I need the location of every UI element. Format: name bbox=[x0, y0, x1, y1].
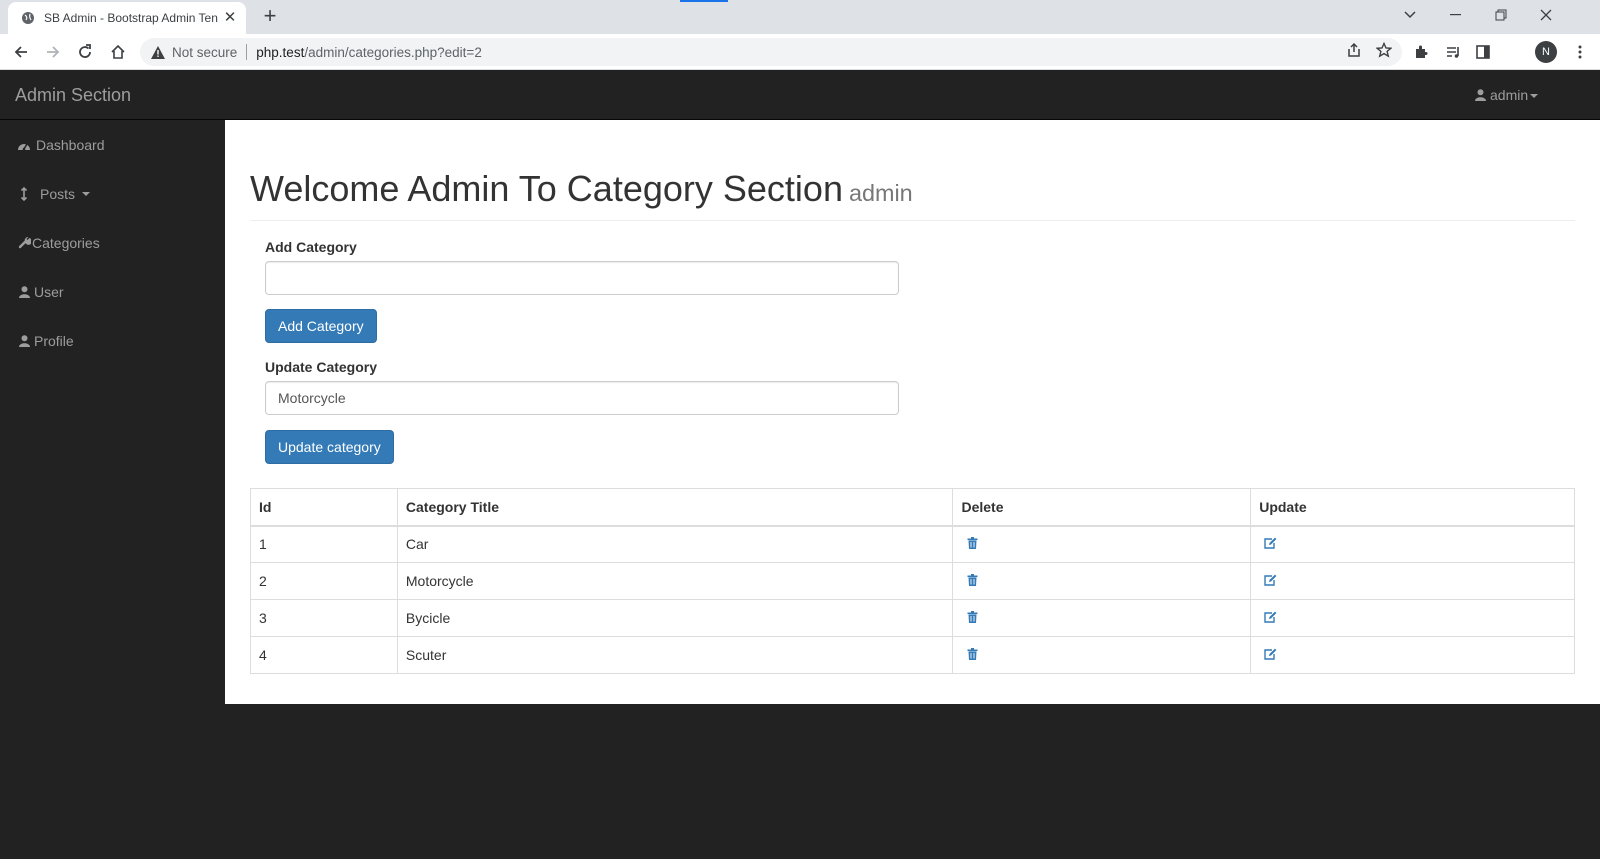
update-category-label: Update Category bbox=[265, 359, 378, 375]
warning-icon[interactable] bbox=[150, 44, 166, 60]
table-row: 4 Scuter bbox=[250, 636, 1575, 674]
user-icon bbox=[17, 334, 31, 348]
wrench-icon bbox=[17, 236, 31, 250]
loading-indicator bbox=[680, 0, 728, 2]
cell-update bbox=[1250, 525, 1575, 563]
cell-id: 4 bbox=[250, 636, 398, 674]
media-control-icon[interactable] bbox=[1441, 40, 1465, 64]
browser-menu-icon[interactable] bbox=[1568, 40, 1592, 64]
cell-id: 1 bbox=[250, 525, 398, 563]
url-host: php.test bbox=[256, 44, 305, 60]
tab-title: SB Admin - Bootstrap Admin Ten bbox=[44, 11, 218, 25]
cell-id: 2 bbox=[250, 562, 398, 600]
sidebar-item-posts[interactable]: Posts bbox=[0, 169, 225, 218]
cell-title: Motorcycle bbox=[396, 562, 954, 600]
edit-icon[interactable] bbox=[1263, 573, 1277, 587]
cell-update bbox=[1250, 562, 1575, 600]
sidebar-item-user[interactable]: User bbox=[0, 267, 225, 316]
sidebar-item-label: Profile bbox=[34, 332, 74, 349]
user-icon bbox=[1475, 89, 1486, 101]
navbar-brand[interactable]: Admin Section bbox=[15, 85, 131, 106]
sidebar-item-label: Dashboard bbox=[36, 136, 105, 153]
user-icon bbox=[17, 285, 31, 299]
page-title: Welcome Admin To Category Section admin bbox=[250, 168, 913, 210]
cell-title: Car bbox=[396, 525, 954, 563]
cell-delete bbox=[952, 636, 1252, 674]
url-path: /admin/categories.php?edit=2 bbox=[304, 44, 482, 60]
categories-table: Id Category Title Delete Update 1 Car 2 … bbox=[250, 488, 1575, 674]
add-category-label: Add Category bbox=[265, 239, 357, 255]
bookmark-star-icon[interactable] bbox=[1375, 41, 1393, 63]
column-header-title: Category Title bbox=[396, 488, 954, 527]
add-category-input[interactable] bbox=[265, 261, 899, 295]
sidebar-item-label: User bbox=[34, 283, 64, 300]
trash-icon[interactable] bbox=[965, 536, 979, 550]
minimize-icon[interactable] bbox=[1434, 0, 1478, 30]
column-header-update: Update bbox=[1250, 488, 1575, 527]
table-row: 3 Bycicle bbox=[250, 599, 1575, 637]
page-title-text: Welcome Admin To Category Section bbox=[250, 168, 843, 209]
globe-icon bbox=[20, 10, 36, 26]
page-subtitle: admin bbox=[848, 180, 913, 206]
dashboard-icon bbox=[17, 138, 31, 152]
browser-tab[interactable]: SB Admin - Bootstrap Admin Ten ✕ bbox=[8, 2, 246, 34]
home-icon[interactable] bbox=[106, 40, 130, 64]
table-row: 1 Car bbox=[250, 525, 1575, 563]
browser-tabstrip: SB Admin - Bootstrap Admin Ten ✕ + bbox=[0, 0, 1600, 34]
cell-delete bbox=[952, 562, 1252, 600]
sidebar-item-label: Posts bbox=[40, 185, 76, 202]
trash-icon[interactable] bbox=[965, 610, 979, 624]
user-dropdown[interactable]: admin bbox=[1475, 87, 1539, 103]
address-bar[interactable]: Not secure php.test/admin/categories.php… bbox=[140, 38, 1402, 66]
reload-icon[interactable] bbox=[73, 40, 97, 64]
column-header-id: Id bbox=[250, 488, 398, 527]
cell-update bbox=[1250, 599, 1575, 637]
user-name: admin bbox=[1490, 87, 1529, 103]
share-icon[interactable] bbox=[1346, 42, 1362, 63]
table-row: 2 Motorcycle bbox=[250, 562, 1575, 600]
trash-icon[interactable] bbox=[965, 573, 979, 587]
window-close-icon[interactable] bbox=[1524, 0, 1568, 30]
edit-icon[interactable] bbox=[1263, 536, 1277, 550]
cell-delete bbox=[952, 599, 1252, 637]
sidebar-item-label: Categories bbox=[32, 234, 100, 251]
back-icon[interactable] bbox=[9, 40, 33, 64]
header-divider bbox=[250, 220, 1575, 221]
edit-icon[interactable] bbox=[1263, 647, 1277, 661]
add-category-button[interactable]: Add Category bbox=[265, 309, 377, 343]
security-label: Not secure bbox=[172, 44, 238, 60]
cell-title: Scuter bbox=[396, 636, 954, 674]
side-panel-icon[interactable] bbox=[1471, 40, 1495, 64]
chevron-down-icon bbox=[82, 191, 91, 196]
arrows-vertical-icon bbox=[17, 186, 31, 201]
forward-icon[interactable] bbox=[41, 40, 65, 64]
page-wrapper: Welcome Admin To Category Section admin A… bbox=[225, 120, 1600, 704]
tab-search-icon[interactable] bbox=[1388, 0, 1432, 30]
extensions-icon[interactable] bbox=[1409, 40, 1433, 64]
sidebar-item-dashboard[interactable]: Dashboard bbox=[0, 120, 225, 169]
update-category-button[interactable]: Update category bbox=[265, 430, 394, 464]
sidebar-item-categories[interactable]: Categories bbox=[0, 218, 225, 267]
url-text[interactable]: php.test/admin/categories.php?edit=2 bbox=[256, 45, 482, 60]
omnibox-divider bbox=[246, 44, 248, 60]
profile-avatar[interactable]: N bbox=[1535, 41, 1557, 63]
chevron-down-icon bbox=[1530, 94, 1539, 98]
update-category-input[interactable] bbox=[265, 381, 899, 415]
column-header-delete: Delete bbox=[952, 488, 1252, 527]
cell-update bbox=[1250, 636, 1575, 674]
new-tab-icon[interactable]: + bbox=[258, 5, 282, 29]
table-header-row: Id Category Title Delete Update bbox=[250, 488, 1575, 527]
trash-icon[interactable] bbox=[965, 647, 979, 661]
cell-delete bbox=[952, 525, 1252, 563]
edit-icon[interactable] bbox=[1263, 610, 1277, 624]
cell-id: 3 bbox=[250, 599, 398, 637]
top-navbar: Admin Section admin bbox=[0, 70, 1600, 120]
cell-title: Bycicle bbox=[396, 599, 954, 637]
sidebar-item-profile[interactable]: Profile bbox=[0, 316, 225, 365]
tab-close-icon[interactable]: ✕ bbox=[222, 10, 238, 26]
sidebar: Dashboard Posts Categories User Profile bbox=[0, 120, 225, 859]
restore-icon[interactable] bbox=[1479, 0, 1523, 30]
browser-toolbar: Not secure php.test/admin/categories.php… bbox=[0, 34, 1600, 70]
